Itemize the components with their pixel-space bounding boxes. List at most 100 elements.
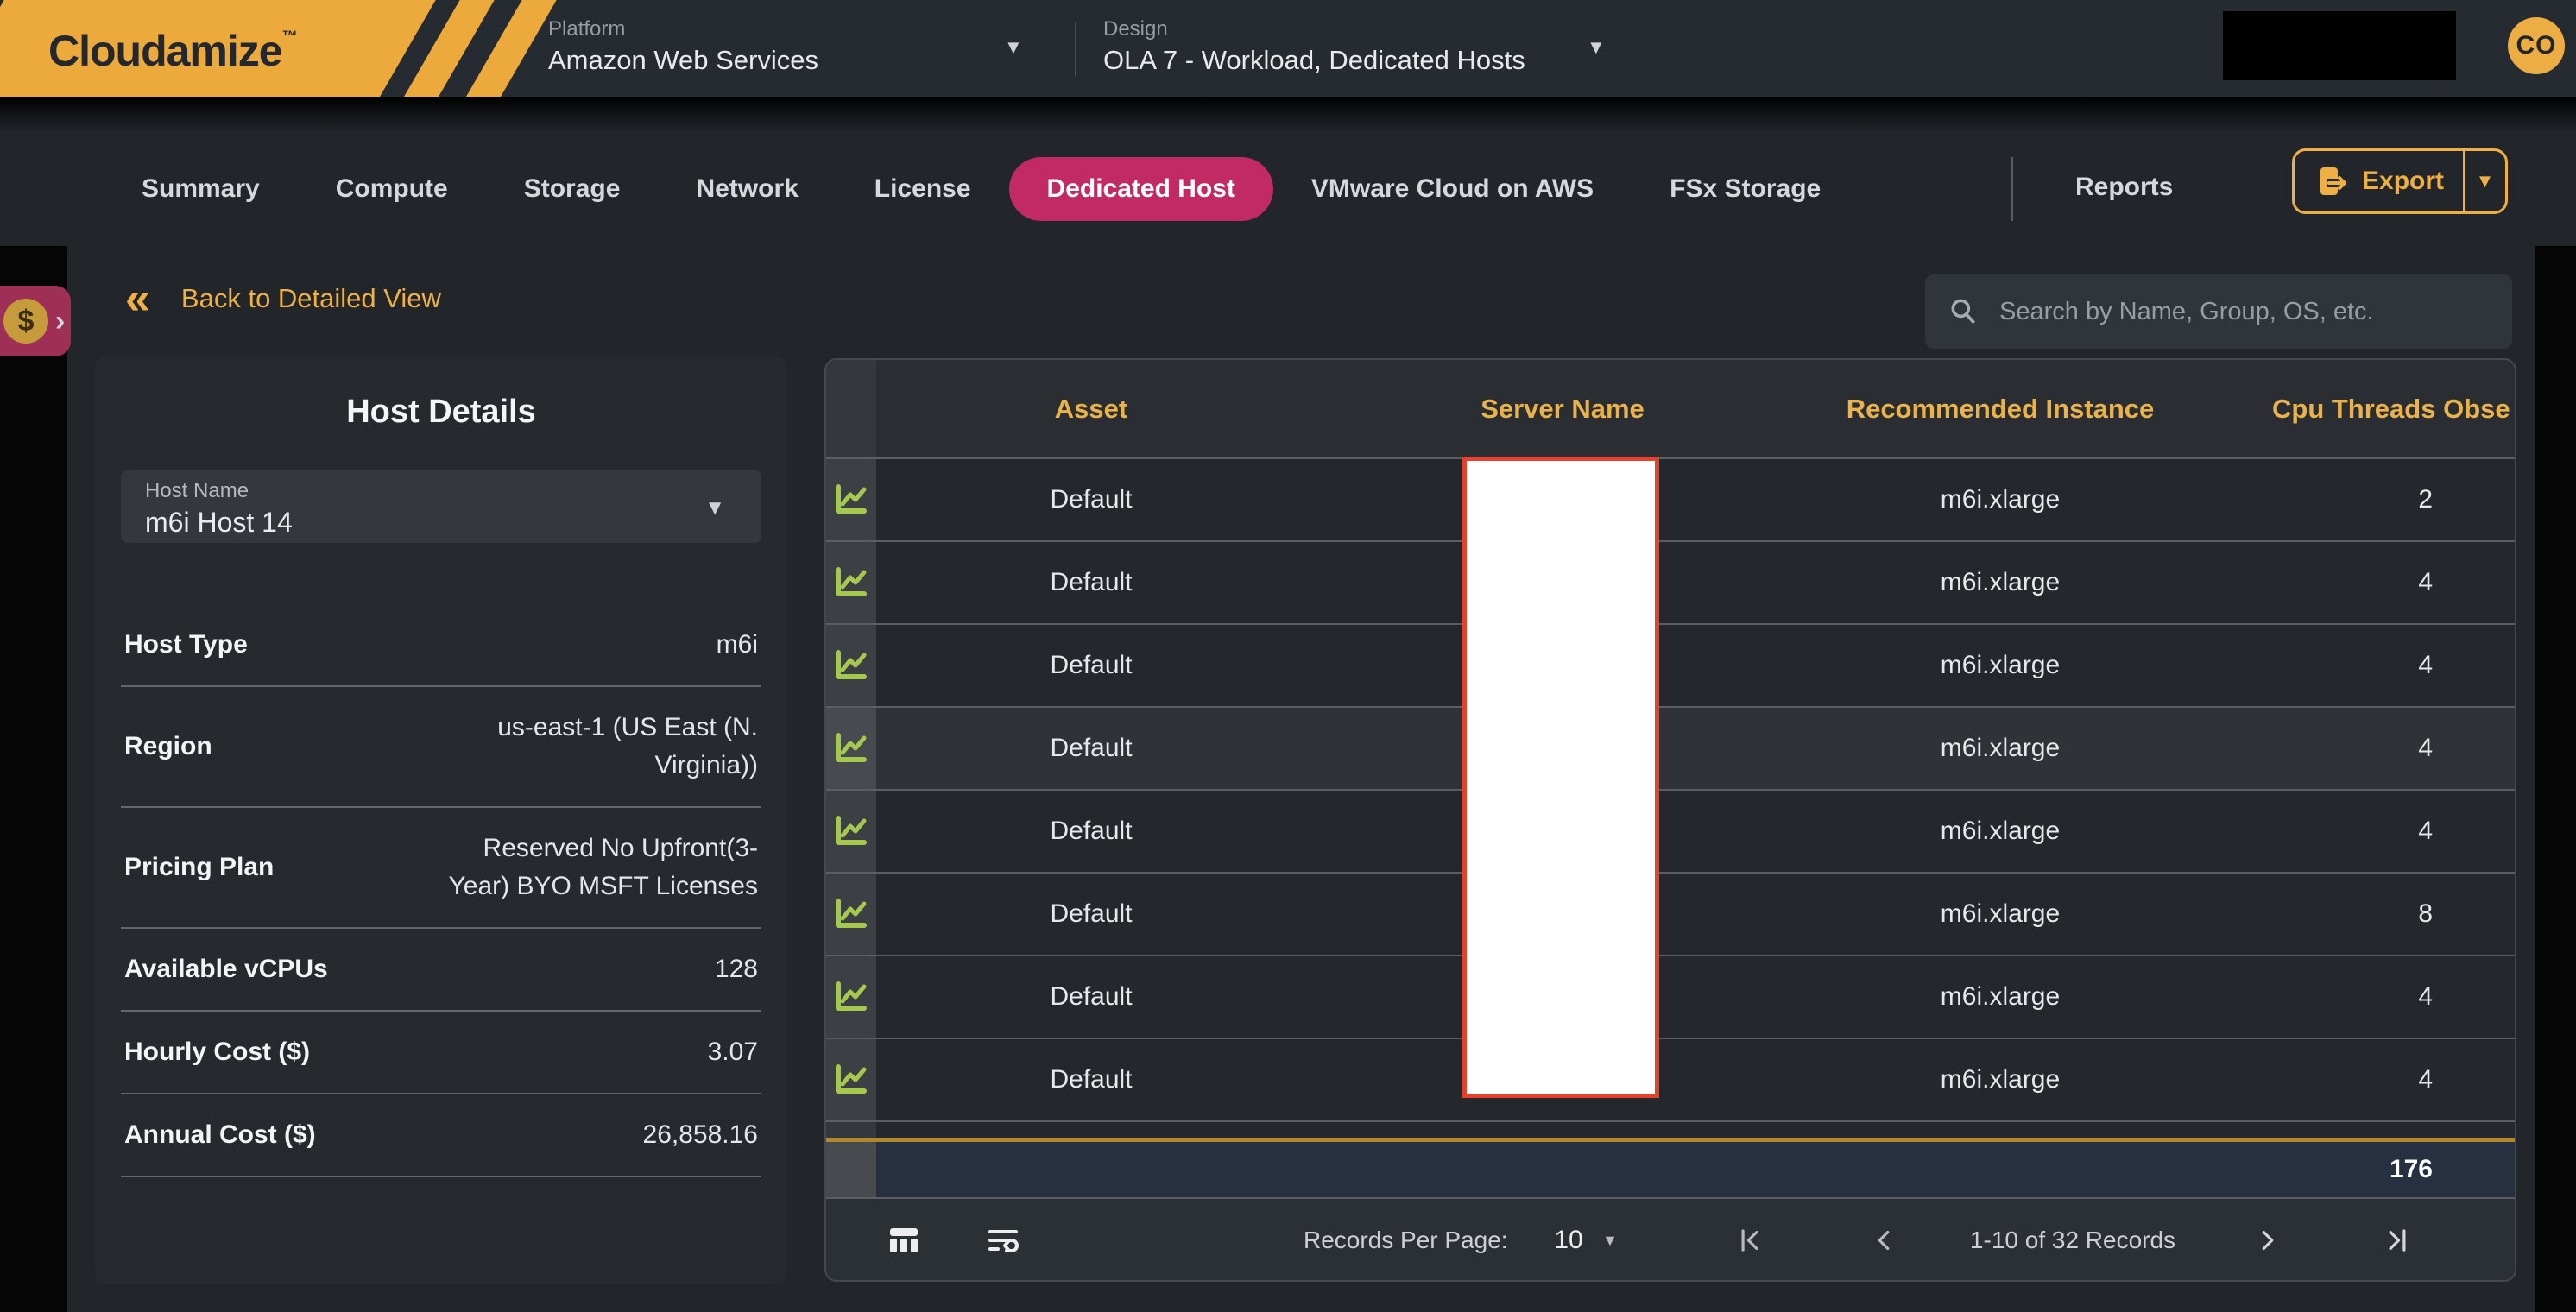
- row-chart-button[interactable]: [826, 1039, 876, 1120]
- tab-compute[interactable]: Compute: [298, 157, 486, 221]
- row-chart-button[interactable]: [826, 542, 876, 623]
- tab-storage[interactable]: Storage: [486, 157, 659, 221]
- table-columns-icon: [885, 1221, 923, 1259]
- host-detail-value: 128: [715, 950, 758, 988]
- tab-fsx-storage[interactable]: FSx Storage: [1632, 157, 1859, 221]
- table-row[interactable]: Defaultm6i.xlarge4: [826, 706, 2515, 789]
- column-header-asset[interactable]: Asset: [876, 394, 1306, 425]
- column-header-server-name[interactable]: Server Name: [1306, 394, 1819, 425]
- host-name-value: m6i Host 14: [145, 507, 761, 539]
- platform-label: Platform: [548, 17, 625, 41]
- back-to-detailed-view-link[interactable]: « Back to Detailed View: [125, 281, 441, 316]
- records-per-page-caret-icon[interactable]: ▼: [1597, 1199, 1623, 1282]
- chevron-right-icon: ›: [55, 305, 65, 338]
- row-chart-button[interactable]: [826, 459, 876, 540]
- table-total-row: 176: [826, 1142, 2515, 1197]
- table-row[interactable]: Defaultm6i.xlarge2: [826, 457, 2515, 540]
- chevron-down-icon[interactable]: ▼: [1004, 36, 1023, 59]
- records-per-page-select[interactable]: 10: [1543, 1199, 1594, 1282]
- host-detail-row: Pricing Plan Reserved No Upfront(3-Year) …: [121, 808, 761, 929]
- host-name-select[interactable]: Host Name m6i Host 14 ▼: [121, 470, 761, 543]
- host-detail-row: Regionus-east-1 (US East (N. Virginia)): [121, 687, 761, 808]
- search-box[interactable]: [1925, 274, 2512, 349]
- design-value: OLA 7 - Workload, Dedicated Hosts: [1103, 45, 1525, 76]
- cell-recommended-instance: m6i.xlarge: [1819, 568, 2181, 597]
- chevron-down-icon[interactable]: ▼: [704, 496, 725, 520]
- double-chevron-left-icon: «: [125, 281, 150, 316]
- tab-network[interactable]: Network: [658, 157, 836, 221]
- row-chart-button[interactable]: [826, 791, 876, 872]
- host-detail-label: Pricing Plan: [124, 853, 274, 882]
- tab-vmware-cloud-on-aws[interactable]: VMware Cloud on AWS: [1273, 157, 1632, 221]
- column-header-cpu-threads[interactable]: Cpu Threads Obse: [2181, 394, 2515, 425]
- next-page-button[interactable]: [2242, 1199, 2294, 1282]
- clipped-table-row: [826, 1120, 2515, 1138]
- row-chart-button[interactable]: [826, 956, 876, 1038]
- table-row[interactable]: Defaultm6i.xlarge4: [826, 789, 2515, 872]
- table-row[interactable]: Default m6i.xlarge4: [826, 955, 2515, 1038]
- column-settings-button[interactable]: [878, 1199, 930, 1282]
- nav-divider: [2011, 157, 2013, 221]
- right-edge-black-strip: [2535, 246, 2576, 1312]
- design-label: Design: [1103, 17, 1168, 41]
- nav-tabs: SummaryComputeStorageNetworkLicenseDedic…: [104, 133, 1859, 245]
- line-chart-icon: [831, 730, 871, 766]
- total-icon-cell: [826, 1142, 876, 1197]
- host-detail-value: m6i: [717, 626, 758, 664]
- row-chart-button[interactable]: [826, 874, 876, 955]
- last-page-button[interactable]: [2371, 1199, 2423, 1282]
- cell-cpu-threads: 4: [2181, 982, 2515, 1012]
- records-per-page-label: Records Per Page:: [1304, 1199, 1508, 1282]
- main-navigation: SummaryComputeStorageNetworkLicenseDedic…: [0, 133, 2576, 245]
- first-page-button[interactable]: [1724, 1199, 1776, 1282]
- search-input[interactable]: [1998, 297, 2490, 327]
- app-window: Cloudamize™ Platform Amazon Web Services…: [0, 0, 2576, 1312]
- pricing-flyout-toggle[interactable]: $ ›: [0, 286, 71, 356]
- row-chart-button[interactable]: [826, 708, 876, 789]
- tab-license[interactable]: License: [837, 157, 1009, 221]
- cell-recommended-instance: m6i.xlarge: [1819, 651, 2181, 680]
- cell-asset: Default: [876, 1065, 1306, 1094]
- dollar-coin-icon: $: [3, 299, 48, 344]
- host-details-rows: Host Typem6iRegionus-east-1 (US East (N.…: [121, 604, 761, 1177]
- cell-asset: Default: [876, 568, 1306, 597]
- avatar[interactable]: CO: [2508, 17, 2565, 74]
- cell-recommended-instance: m6i.xlarge: [1819, 982, 2181, 1012]
- cell-recommended-instance: m6i.xlarge: [1819, 734, 2181, 763]
- table-row[interactable]: Defaultm6i.xlarge4: [826, 540, 2515, 623]
- table-row[interactable]: Defaultm6i.xlarge4: [826, 1038, 2515, 1120]
- column-header-recommended-instance[interactable]: Recommended Instance: [1819, 394, 2181, 425]
- table-body: Defaultm6i.xlarge2Defaultm6i.xlarge4Defa…: [826, 457, 2515, 1120]
- table-row[interactable]: Defaultm6i.xlarge4: [826, 623, 2515, 706]
- pagination-bar: Records Per Page: 10 ▼ 1-10 of 32 Record…: [826, 1199, 2515, 1282]
- host-name-label: Host Name: [145, 479, 761, 503]
- cell-cpu-threads: 2: [2181, 485, 2515, 514]
- export-button[interactable]: Export ▼: [2292, 148, 2508, 214]
- trademark-mark: ™: [282, 28, 297, 45]
- clipped-icon-cell: [826, 1122, 876, 1138]
- tab-dedicated-host[interactable]: Dedicated Host: [1009, 157, 1273, 221]
- chevron-down-icon[interactable]: ▼: [1587, 36, 1606, 59]
- export-dropdown-caret-icon[interactable]: ▼: [2465, 170, 2505, 192]
- text-wrap-button[interactable]: [977, 1199, 1029, 1282]
- design-selector[interactable]: Design OLA 7 - Workload, Dedicated Hosts…: [1103, 0, 1673, 97]
- host-detail-label: Hourly Cost ($): [124, 1038, 310, 1067]
- host-detail-value: Reserved No Upfront(3-Year) BYO MSFT Lic…: [430, 829, 758, 905]
- tab-reports[interactable]: Reports: [2037, 155, 2211, 219]
- pagination-range-text: 1-10 of 32 Records: [1969, 1199, 2176, 1282]
- host-detail-label: Region: [124, 732, 212, 761]
- host-detail-row: Available vCPUs128: [121, 929, 761, 1012]
- row-chart-button[interactable]: [826, 625, 876, 706]
- text-wrap-icon: [984, 1221, 1022, 1259]
- back-link-label: Back to Detailed View: [181, 283, 441, 314]
- table-row[interactable]: Defaultm6i.xlarge8: [826, 872, 2515, 955]
- redacted-header-region: [2223, 11, 2456, 80]
- header-shadow: [0, 97, 2576, 133]
- previous-page-button[interactable]: [1858, 1199, 1910, 1282]
- tab-summary[interactable]: Summary: [104, 157, 298, 221]
- cell-asset: Default: [876, 982, 1306, 1012]
- platform-selector[interactable]: Platform Amazon Web Services ▼: [548, 0, 1066, 97]
- top-header-bar: Cloudamize™ Platform Amazon Web Services…: [0, 0, 2576, 97]
- brand-logo[interactable]: Cloudamize™: [0, 0, 604, 97]
- export-label: Export: [2362, 167, 2444, 196]
